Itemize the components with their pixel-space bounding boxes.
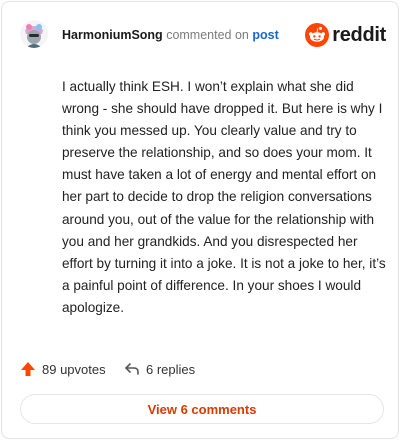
- byline: HarmoniumSong commented on post: [62, 28, 279, 43]
- upvote-count[interactable]: 89 upvotes: [20, 358, 106, 380]
- upvote-label: 89 upvotes: [42, 361, 106, 377]
- reddit-snoo-icon: [305, 23, 330, 47]
- reddit-wordmark: reddit: [332, 24, 386, 46]
- upvote-arrow-icon: [21, 362, 35, 376]
- reddit-logo[interactable]: reddit: [305, 22, 386, 48]
- reply-arrow-icon: [125, 363, 139, 375]
- reply-count[interactable]: 6 replies: [124, 358, 195, 380]
- post-link[interactable]: post: [252, 28, 278, 42]
- comment-footer: 89 upvotes 6 replies: [20, 358, 320, 380]
- avatar-icon: [20, 20, 48, 48]
- username-link[interactable]: HarmoniumSong: [62, 28, 163, 42]
- action-text: commented on: [166, 28, 249, 42]
- view-comments-button[interactable]: View 6 comments: [20, 394, 384, 424]
- comment-body: I actually think ESH. I won’t explain wh…: [62, 79, 386, 315]
- comment-card: HarmoniumSong commented on post reddit I…: [1, 1, 399, 439]
- reply-label: 6 replies: [146, 361, 196, 377]
- user-avatar[interactable]: [20, 20, 48, 48]
- comment-header: HarmoniumSong commented on post reddit: [20, 20, 386, 50]
